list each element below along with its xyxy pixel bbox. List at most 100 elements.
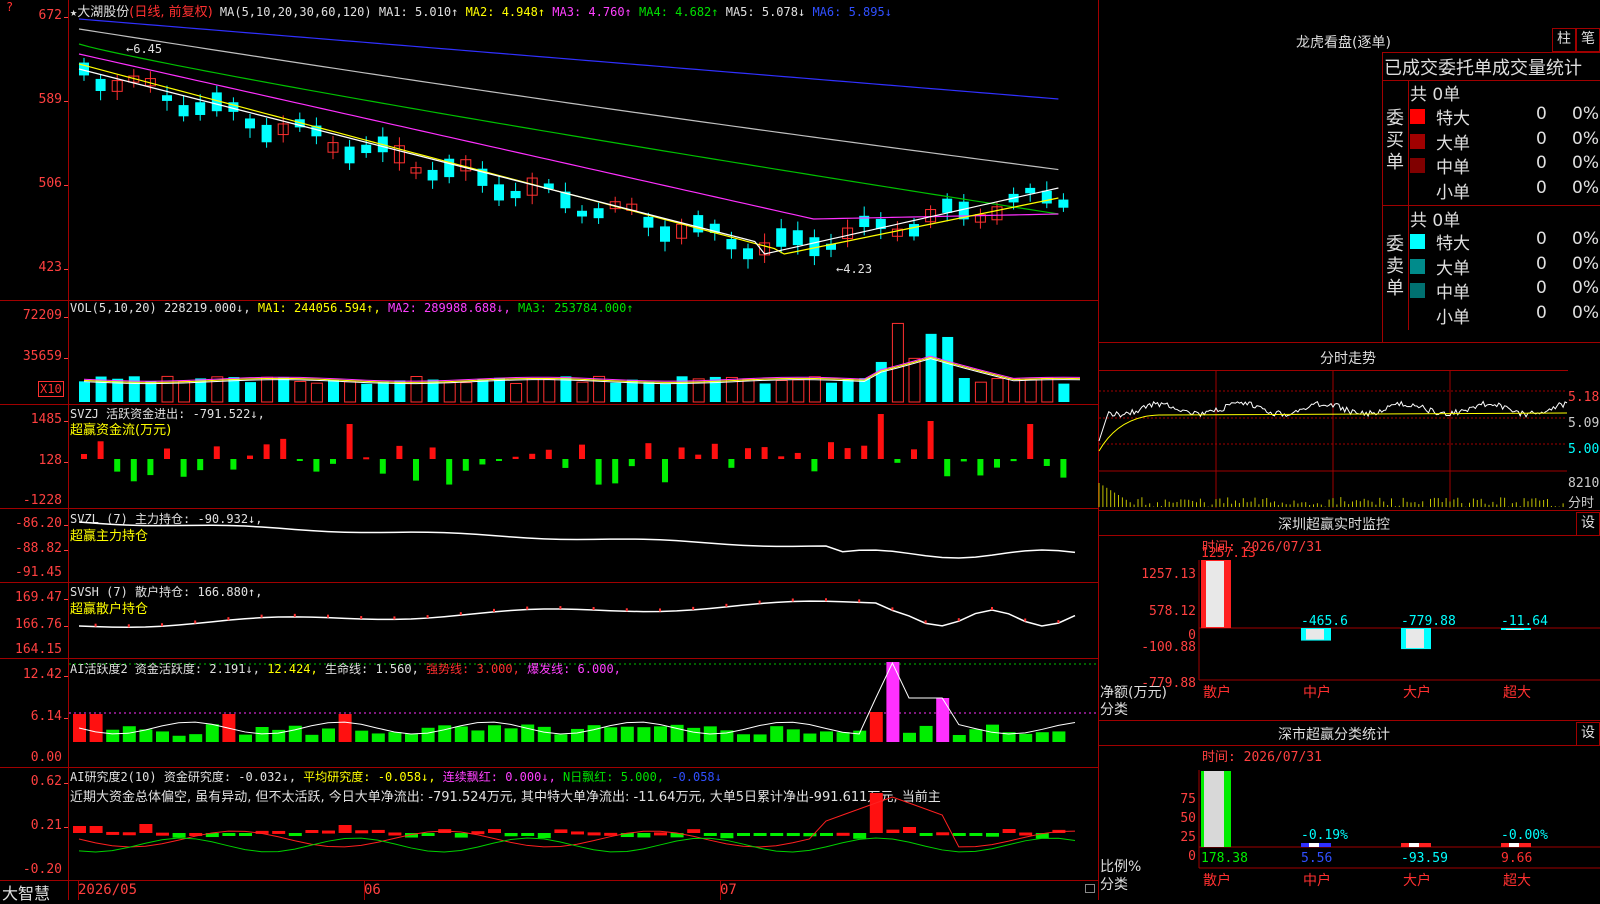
longhu-title: 龙虎看盘(逐单): [1296, 35, 1391, 51]
volume-bar: [1041, 377, 1054, 403]
volume-bar: [1024, 379, 1037, 403]
sz-class-axis: 75: [1180, 792, 1196, 807]
vol-axis-label: 35659: [22, 349, 62, 364]
order-count: 0: [1536, 278, 1547, 298]
candle-down: [245, 118, 255, 129]
ai-activity-chart[interactable]: [69, 658, 1097, 767]
flow-bar: [213, 446, 220, 459]
activity-bar: [620, 726, 634, 742]
research-bar: [836, 832, 850, 836]
retail-position-chart[interactable]: [69, 582, 1097, 658]
lock-icon[interactable]: [1085, 884, 1095, 893]
activity-bar: [189, 734, 203, 742]
sz-monitor-chart[interactable]: 1257.13 散户 -465.6 中户 -779.88 大户 -11.64 超大: [1198, 546, 1600, 720]
volume-bar: [1008, 378, 1021, 403]
volume-bar: [942, 336, 954, 402]
main-position-chart[interactable]: [69, 508, 1097, 582]
svzj-axis-label: 1485: [30, 412, 62, 427]
research-bar: [969, 833, 983, 836]
activity-bar: [239, 734, 252, 742]
flow-bar: [330, 459, 336, 464]
activity-bar: [936, 698, 950, 742]
candle-down: [792, 230, 803, 246]
sz-class-time: 时间: 2026/07/31: [1202, 750, 1322, 765]
activity-bar: [604, 727, 618, 742]
bar-mode-button[interactable]: 柱: [1552, 28, 1576, 52]
order-stat-row: 小单 0 0%: [1410, 178, 1600, 203]
volume-chart[interactable]: [69, 314, 1097, 404]
research-line: [78, 796, 1076, 848]
flow-bar: [230, 459, 237, 470]
activity-bar: [388, 732, 402, 742]
research-bar: [355, 830, 369, 834]
flow-bar: [413, 459, 419, 481]
flow-bar: [296, 459, 303, 461]
research-bar: [106, 831, 120, 835]
order-type: 特大: [1436, 109, 1470, 129]
vol-scale-badge: X10: [38, 381, 64, 397]
app-logo[interactable]: 大智慧: [2, 880, 50, 904]
ai-research-chart[interactable]: [69, 767, 1097, 880]
volume-bar: [775, 379, 788, 403]
research-bar: [371, 829, 385, 833]
vol-axis-label: 72209: [22, 308, 62, 323]
research-bar: [571, 831, 584, 835]
svzj-axis-label: 128: [38, 453, 62, 468]
activity-bar: [820, 731, 833, 742]
candle-down: [195, 102, 206, 115]
research-bar: [587, 832, 601, 836]
volume-bar: [1058, 383, 1070, 402]
sz-class-chart[interactable]: 178.38 散户 -0.19% 5.56 中户 -93.59 大户 -0.00% 9.66 超大: [1198, 770, 1600, 900]
ai-research-axis-label: -0.20: [22, 862, 62, 877]
volume-bar: [610, 382, 622, 402]
flow-bar: [496, 459, 502, 461]
activity-bar: [172, 735, 186, 742]
volume-bar: [842, 379, 854, 402]
order-count: 0: [1536, 128, 1547, 149]
candle-down: [1058, 199, 1069, 208]
sz-class-settings-button[interactable]: 设: [1576, 722, 1600, 746]
candlestick-chart[interactable]: [69, 14, 1097, 300]
pen-mode-button[interactable]: 笔: [1576, 28, 1600, 52]
flow-bar: [579, 444, 585, 459]
candle-down: [1025, 187, 1036, 194]
sz-monitor-settings-button[interactable]: 设: [1576, 512, 1600, 536]
order-stat-row: 大单 0 0%: [1410, 253, 1600, 279]
ratio-value-label: 178.38: [1201, 851, 1248, 866]
net-value-label: -465.6: [1301, 614, 1348, 629]
flow-bar: [545, 449, 552, 459]
order-pct: 0%: [1572, 153, 1599, 173]
activity-bar: [537, 726, 551, 742]
volume-bar: [410, 376, 423, 403]
svzj-axis-label: -1228: [22, 493, 62, 508]
sz-monitor-title: 深圳超赢实时监控: [1278, 517, 1390, 533]
sz-monitor-cat-label: 分类: [1100, 702, 1128, 718]
candle-down: [361, 144, 372, 154]
flow-bar: [479, 459, 486, 465]
order-count: 0: [1536, 302, 1547, 323]
sz-class-axis: 0: [1188, 849, 1196, 864]
fund-flow-chart[interactable]: [69, 405, 1097, 508]
sz-class-title: 深市超赢分类统计: [1278, 727, 1390, 743]
activity-bar: [438, 725, 452, 742]
candle-down: [776, 228, 787, 247]
candle-down: [427, 169, 438, 181]
ratio-top-label: -0.00%: [1501, 828, 1548, 843]
flow-bar: [944, 459, 951, 477]
flow-bar: [927, 421, 934, 459]
color-swatch: [1410, 283, 1425, 298]
order-count: 0: [1536, 229, 1547, 249]
activity-bar: [952, 734, 966, 742]
activity-bar: [205, 724, 219, 742]
flow-bar: [994, 459, 1000, 468]
order-pct: 0%: [1572, 253, 1599, 274]
flow-bar: [628, 459, 635, 467]
research-bar: [73, 826, 86, 833]
flow-bar: [130, 459, 137, 482]
activity-bar: [637, 727, 651, 742]
intraday-chart[interactable]: [1098, 371, 1568, 508]
volume-bar: [826, 382, 837, 402]
sz-class-axis: 50: [1180, 811, 1196, 826]
svzl-axis-label: -91.45: [15, 565, 62, 580]
volume-bar: [261, 376, 274, 403]
